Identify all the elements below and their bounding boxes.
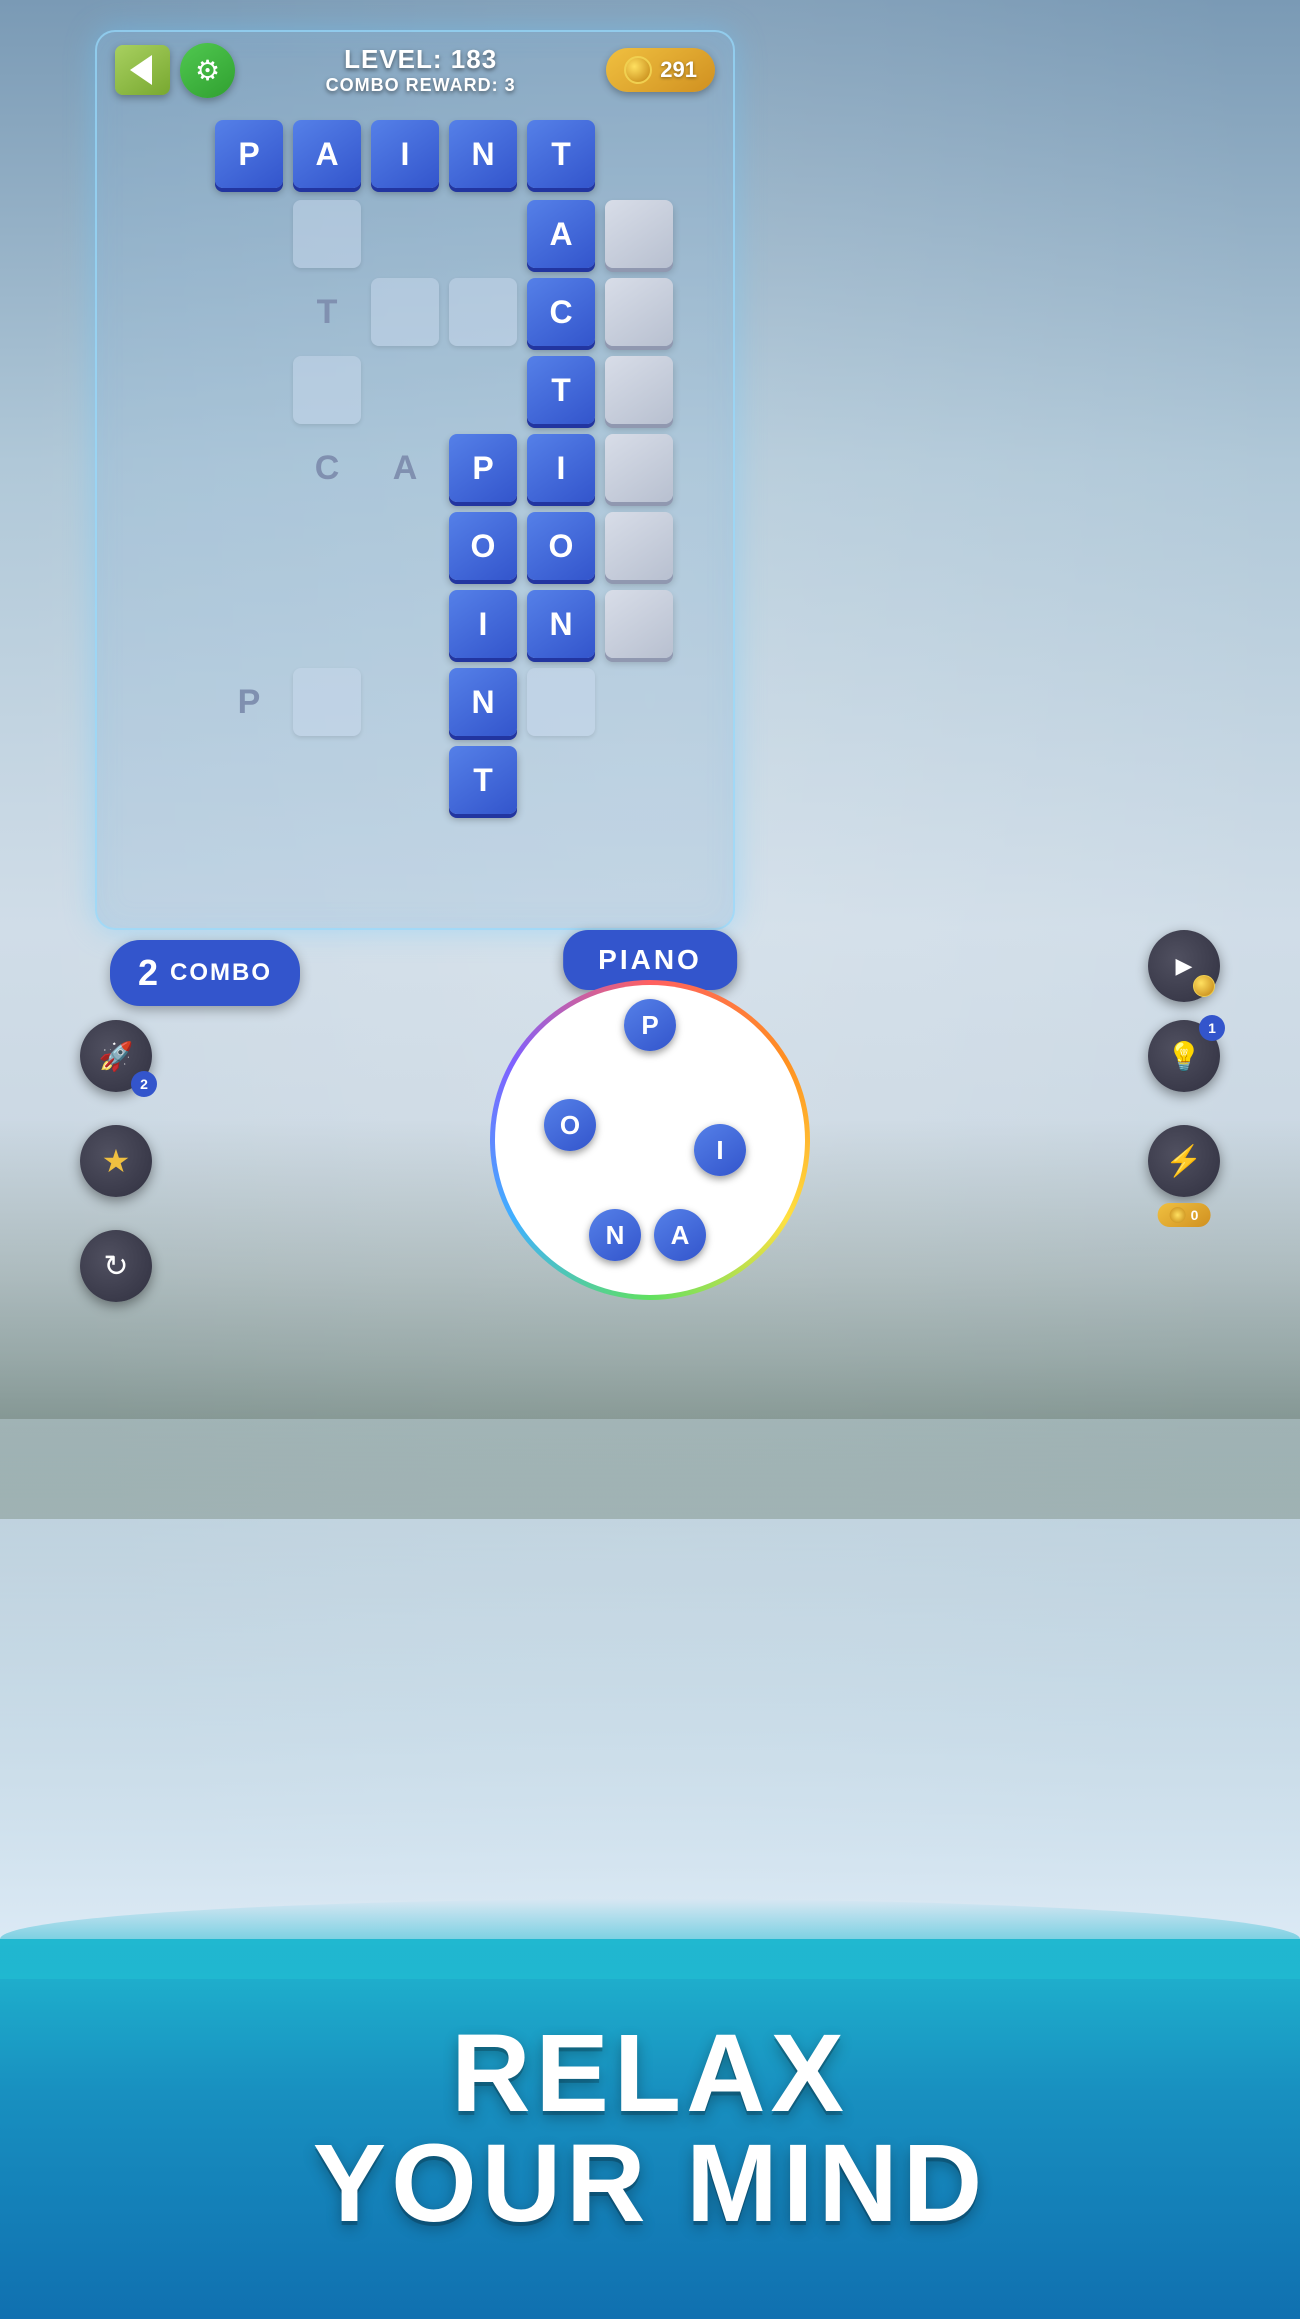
tile-empty11: [293, 668, 361, 736]
rocket-badge: 2: [131, 1071, 157, 1097]
tile-empty5: [449, 278, 517, 346]
video-button[interactable]: ▶: [1148, 930, 1220, 1002]
tile-empty4: [371, 278, 439, 346]
tile-empty9: [605, 512, 673, 580]
lightning-count: 0: [1191, 1207, 1199, 1223]
refresh-icon: ↻: [103, 1249, 128, 1284]
relax-wave: [0, 1899, 1300, 1979]
tile-T: T: [527, 120, 595, 188]
tile-empty6: [605, 356, 673, 424]
tile-N3: N: [449, 668, 517, 736]
rocket-button[interactable]: 🚀 2: [80, 1020, 152, 1092]
tile-P: P: [215, 120, 283, 188]
wheel-letter-N[interactable]: N: [589, 1209, 641, 1261]
tile-A-letter: A: [371, 434, 439, 502]
level-label: LEVEL: 183: [235, 44, 606, 75]
tile-C-letter: C: [293, 434, 361, 502]
lightning-counter: 0: [1158, 1203, 1211, 1227]
tile-empty8: [605, 434, 673, 502]
wheel-letter-C: C: [725, 1084, 745, 1116]
tile-O2: O: [527, 512, 595, 580]
combo-badge: 2 COMBO: [110, 940, 300, 1006]
tile-empty12: [527, 668, 595, 736]
tile-T-letter: T: [293, 278, 361, 346]
tile-empty10: [605, 590, 673, 658]
level-info: LEVEL: 183 COMBO REWARD: 3: [235, 44, 606, 96]
tile-I2: I: [527, 434, 595, 502]
tile-empty7: [293, 356, 361, 424]
tile-I3: I: [449, 590, 517, 658]
hint-button[interactable]: 💡 1: [1148, 1020, 1220, 1092]
gear-icon: ⚙: [195, 54, 220, 87]
tile-N: N: [449, 120, 517, 188]
video-coins-icon: [1193, 975, 1215, 997]
tile-T2: T: [449, 746, 517, 814]
tile-A2: A: [527, 200, 595, 268]
back-arrow-icon: [130, 55, 152, 85]
header: ⚙ LEVEL: 183 COMBO REWARD: 3 291: [95, 30, 735, 110]
coin-icon: [624, 56, 652, 84]
wheel-letter-P[interactable]: P: [624, 999, 676, 1051]
tile-empty2: [293, 200, 361, 268]
wheel-inner: P O C T I N A: [505, 995, 795, 1285]
tile-A: A: [293, 120, 361, 188]
lightning-button[interactable]: ⚡ 0: [1148, 1125, 1220, 1197]
settings-button[interactable]: ⚙: [180, 43, 235, 98]
combo-number: 2: [138, 952, 158, 994]
tile-T1: T: [527, 356, 595, 424]
rocket-icon: 🚀: [99, 1040, 134, 1073]
star-button[interactable]: ★: [80, 1125, 152, 1197]
hint-icon: 💡: [1167, 1040, 1202, 1073]
back-button[interactable]: [115, 45, 170, 95]
tile-P-letter: P: [215, 668, 283, 736]
coins-value: 291: [660, 57, 697, 83]
wheel-letter-O[interactable]: O: [544, 1099, 596, 1151]
refresh-button[interactable]: ↻: [80, 1230, 152, 1302]
tile-empty3: [605, 278, 673, 346]
video-icon: ▶: [1176, 953, 1193, 979]
tile-P2: P: [449, 434, 517, 502]
tile-I: I: [371, 120, 439, 188]
combo-reward-label: COMBO REWARD: 3: [235, 75, 606, 96]
wheel-background: P O C T I N A: [490, 980, 810, 1300]
hint-badge: 1: [1199, 1015, 1225, 1041]
tile-empty1: [605, 200, 673, 268]
star-icon: ★: [102, 1142, 131, 1180]
wheel-letter-A[interactable]: A: [654, 1209, 706, 1261]
tile-C1: C: [527, 278, 595, 346]
wheel-letter-I[interactable]: I: [694, 1124, 746, 1176]
coins-badge: 291: [606, 48, 715, 92]
tile-N2: N: [527, 590, 595, 658]
relax-text: RELAX: [451, 2019, 849, 2129]
lightning-coin-icon: [1170, 1207, 1186, 1223]
current-word: PIANO: [598, 944, 702, 975]
combo-label: COMBO: [170, 959, 272, 987]
lightning-icon: ⚡: [1165, 1144, 1202, 1179]
relax-section: RELAX YOUR MIND: [0, 1939, 1300, 2319]
wheel-letter-T: T: [551, 1179, 568, 1211]
your-mind-text: YOUR MIND: [313, 2129, 987, 2239]
letter-wheel[interactable]: P O C T I N A: [490, 980, 810, 1300]
tile-O1: O: [449, 512, 517, 580]
